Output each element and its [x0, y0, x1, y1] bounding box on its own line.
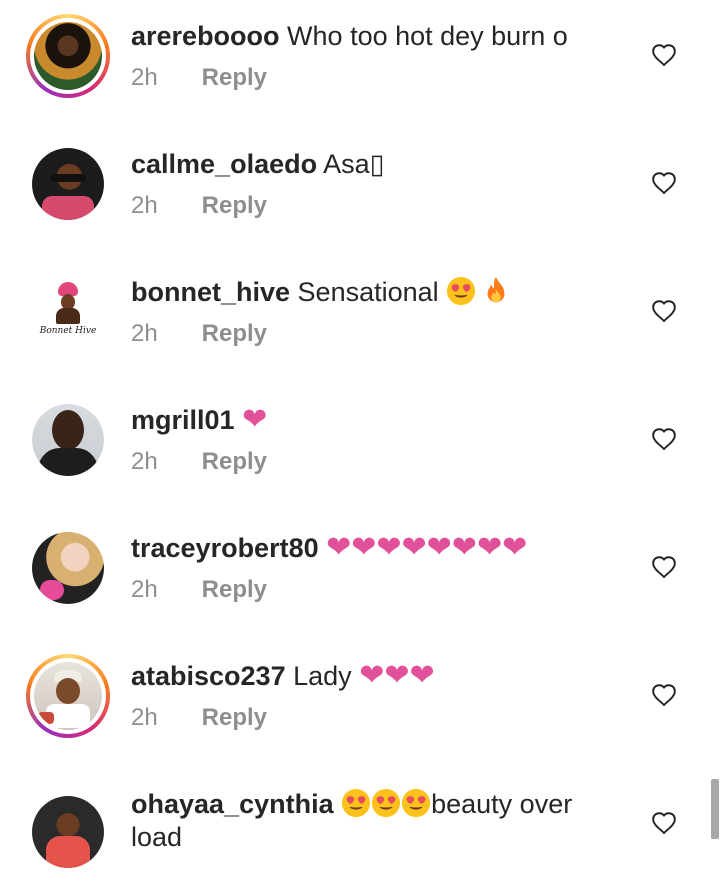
- comment-body: Sensational: [297, 277, 439, 307]
- like-heart-icon[interactable]: [651, 682, 677, 708]
- fire-emoji: [484, 276, 508, 306]
- heart-eyes-emoji: [341, 788, 371, 818]
- avatar-story-ring[interactable]: [26, 654, 110, 738]
- username-link[interactable]: ohayaa_cynthia: [131, 789, 334, 819]
- timestamp: 2h: [131, 704, 158, 731]
- comment-meta: 2h Reply: [131, 320, 267, 348]
- avatar-container[interactable]: [26, 142, 110, 226]
- username-link[interactable]: callme_olaedo: [131, 149, 317, 179]
- comment-text: traceyrobert80 ❤❤❤❤❤❤❤❤: [131, 532, 631, 565]
- username-link[interactable]: arerebоооо: [131, 21, 280, 51]
- comment-meta: 2h Reply: [131, 192, 267, 220]
- heart-eyes-emoji: [401, 788, 431, 818]
- reply-button[interactable]: Reply: [202, 192, 267, 219]
- avatar-container[interactable]: [26, 398, 110, 482]
- like-heart-icon[interactable]: [651, 170, 677, 196]
- avatar-container[interactable]: [26, 526, 110, 610]
- comment-meta: 2h Reply: [131, 448, 267, 476]
- avatar-container[interactable]: [26, 790, 110, 874]
- heart-emoji: ❤❤❤: [359, 659, 435, 692]
- username-link[interactable]: atabisco237: [131, 661, 286, 691]
- comment-text: bonnet_hive Sensational: [131, 276, 631, 309]
- username-link[interactable]: traceyrobert80: [131, 533, 319, 563]
- like-heart-icon[interactable]: [651, 298, 677, 324]
- comment-body: Lady: [293, 661, 352, 691]
- heart-emoji: ❤❤❤❤❤❤❤❤: [326, 531, 528, 564]
- comment-item: atabisco237 Lady ❤❤❤ 2h Reply: [0, 640, 720, 768]
- reply-button[interactable]: Reply: [202, 448, 267, 475]
- comment-item: Bonnet Hive bonnet_hive Sensational 2h R…: [0, 256, 720, 384]
- avatar-container[interactable]: Bonnet Hive: [26, 270, 110, 354]
- username-link[interactable]: mgrill01: [131, 405, 235, 435]
- like-heart-icon[interactable]: [651, 42, 677, 68]
- avatar: Bonnet Hive: [32, 276, 104, 348]
- heart-eyes-emoji: [446, 276, 476, 306]
- avatar: [32, 532, 104, 604]
- timestamp: 2h: [131, 448, 158, 475]
- timestamp: 2h: [131, 576, 158, 603]
- heart-eyes-emoji: [371, 788, 401, 818]
- comment-meta: 2h Reply: [131, 704, 267, 732]
- bonnet-hive-logo-text: Bonnet Hive: [39, 326, 97, 336]
- timestamp: 2h: [131, 320, 158, 347]
- avatar-story-ring[interactable]: [26, 14, 110, 98]
- reply-button[interactable]: Reply: [202, 320, 267, 347]
- reply-button[interactable]: Reply: [202, 64, 267, 91]
- username-link[interactable]: bonnet_hive: [131, 277, 290, 307]
- heart-emoji: ❤: [242, 403, 268, 436]
- comment-item: ohayaa_cynthia beauty over load: [0, 768, 720, 896]
- timestamp: 2h: [131, 64, 158, 91]
- scrollbar[interactable]: [711, 779, 719, 839]
- avatar: [32, 404, 104, 476]
- comment-text: ohayaa_cynthia beauty over load: [131, 788, 601, 854]
- like-heart-icon[interactable]: [651, 554, 677, 580]
- reply-button[interactable]: Reply: [202, 576, 267, 603]
- comment-meta: 2h Reply: [131, 64, 267, 92]
- avatar: [32, 796, 104, 868]
- timestamp: 2h: [131, 192, 158, 219]
- comment-item: arerebоооо Who too hot dey burn o 2h Rep…: [0, 0, 720, 128]
- comment-body: Who too hot dey burn o: [287, 21, 568, 51]
- like-heart-icon[interactable]: [651, 426, 677, 452]
- comment-text: arerebоооо Who too hot dey burn o: [131, 20, 631, 53]
- comment-item: mgrill01 ❤ 2h Reply: [0, 384, 720, 512]
- comment-text: atabisco237 Lady ❤❤❤: [131, 660, 631, 693]
- comment-text: callme_olaedo Asa▯: [131, 148, 631, 181]
- avatar: [34, 662, 102, 730]
- comment-text: mgrill01 ❤: [131, 404, 631, 437]
- avatar: [34, 22, 102, 90]
- comment-meta: 2h Reply: [131, 576, 267, 604]
- reply-button[interactable]: Reply: [202, 704, 267, 731]
- comment-body: Asa▯: [323, 149, 385, 179]
- comment-item: traceyrobert80 ❤❤❤❤❤❤❤❤ 2h Reply: [0, 512, 720, 640]
- avatar: [32, 148, 104, 220]
- comment-item: callme_olaedo Asa▯ 2h Reply: [0, 128, 720, 256]
- like-heart-icon[interactable]: [651, 810, 677, 836]
